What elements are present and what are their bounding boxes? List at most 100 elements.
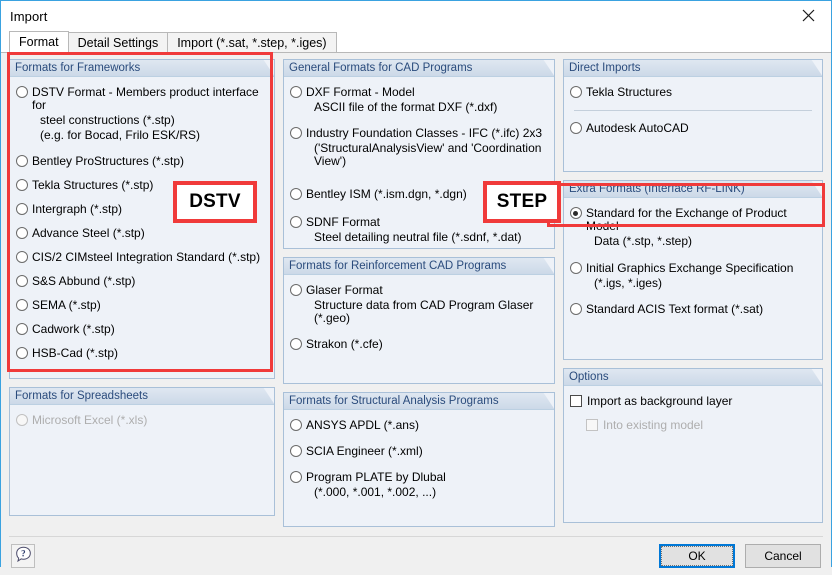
group-header: Formats for Reinforcement CAD Programs xyxy=(284,258,554,275)
option-line2: ASCII file of the format DXF (*.dxf) xyxy=(314,100,498,114)
close-button[interactable] xyxy=(785,1,831,30)
option-label: DSTV Format - Members product interface … xyxy=(32,86,268,142)
checkbox-indicator xyxy=(585,419,598,431)
radio-indicator xyxy=(569,303,582,315)
tab-label: Detail Settings xyxy=(77,36,159,50)
tab-import-sat-step-iges[interactable]: Import (*.sat, *.step, *.iges) xyxy=(167,32,337,53)
option-line2: (*.igs, *.iges) xyxy=(593,276,662,290)
tab-format[interactable]: Format xyxy=(9,31,69,53)
radio-step-standard-exchange[interactable]: Standard for the Exchange of Product Mod… xyxy=(569,206,816,248)
option-label: Import as background layer xyxy=(586,394,733,408)
group-body: Glaser Format Structure data from CAD Pr… xyxy=(284,275,554,359)
radio-bentley-prostructures[interactable]: Bentley ProStructures (*.stp) xyxy=(16,155,268,168)
radio-strakon[interactable]: Strakon (*.cfe) xyxy=(290,338,548,351)
radio-advance-steel[interactable]: Advance Steel (*.stp) xyxy=(16,227,268,240)
radio-ifc[interactable]: Industry Foundation Classes - IFC (*.ifc… xyxy=(290,127,548,168)
option-label: DXF Format - Model ASCII file of the for… xyxy=(306,86,497,114)
option-label: Microsoft Excel (*.xls) xyxy=(32,413,148,427)
step-tag: STEP xyxy=(483,181,561,223)
option-label: Industry Foundation Classes - IFC (*.ifc… xyxy=(306,127,548,168)
radio-indicator xyxy=(290,216,302,228)
group-title: Options xyxy=(568,371,609,383)
radio-program-plate[interactable]: Program PLATE by Dlubal (*.000, *.001, *… xyxy=(290,471,548,499)
group-body: Microsoft Excel (*.xls) xyxy=(10,405,274,435)
option-line1: DXF Format - Model xyxy=(306,85,415,99)
radio-hsb-cad[interactable]: HSB-Cad (*.stp) xyxy=(16,347,268,360)
radio-indicator xyxy=(16,179,28,191)
radio-indicator xyxy=(16,251,28,263)
help-icon: ? xyxy=(15,546,32,566)
option-label: Tekla Structures xyxy=(585,85,672,99)
checkbox-into-existing-model: Into existing model xyxy=(570,419,816,432)
radio-autodesk-autocad[interactable]: Autodesk AutoCAD xyxy=(569,122,816,135)
group-header: Formats for Spreadsheets xyxy=(10,388,274,405)
radio-cis2-cimsteel[interactable]: CIS/2 CIMsteel Integration Standard (*.s… xyxy=(16,251,268,264)
radio-indicator xyxy=(16,227,28,239)
option-label: Program PLATE by Dlubal (*.000, *.001, *… xyxy=(306,471,446,499)
group-header: Direct Imports xyxy=(563,60,822,77)
option-line2: Structure data from CAD Program Glaser (… xyxy=(314,298,534,325)
option-line1: Standard for the Exchange of Product Mod… xyxy=(585,206,787,233)
radio-indicator xyxy=(290,445,302,457)
radio-indicator xyxy=(290,188,302,200)
option-line2: Steel detailing neutral file (*.sdnf, *.… xyxy=(314,230,522,244)
radio-cadwork[interactable]: Cadwork (*.stp) xyxy=(16,323,268,336)
option-line3: (e.g. for Bocad, Frilo ESK/RS) xyxy=(40,128,201,142)
radio-indicator xyxy=(290,86,302,98)
option-label: Standard ACIS Text format (*.sat) xyxy=(585,302,764,316)
option-label: Bentley ISM (*.ism.dgn, *.dgn) xyxy=(306,187,467,201)
close-icon xyxy=(802,9,815,22)
option-line1: SDNF Format xyxy=(306,215,381,229)
radio-indicator xyxy=(569,86,582,98)
option-line1: Initial Graphics Exchange Specification xyxy=(585,261,794,275)
checkbox-import-as-background-layer[interactable]: Import as background layer xyxy=(569,394,816,408)
cancel-button[interactable]: Cancel xyxy=(745,543,821,568)
option-label: ANSYS APDL (*.ans) xyxy=(306,418,419,432)
radio-indicator xyxy=(290,419,302,431)
radio-indicator xyxy=(16,347,28,359)
radio-indicator xyxy=(290,471,302,483)
radio-dstv-format[interactable]: DSTV Format - Members product interface … xyxy=(16,86,268,142)
option-label: SCIA Engineer (*.xml) xyxy=(306,444,423,458)
radio-acis-sat[interactable]: Standard ACIS Text format (*.sat) xyxy=(569,302,816,316)
radio-microsoft-excel: Microsoft Excel (*.xls) xyxy=(16,414,268,427)
radio-sema[interactable]: SEMA (*.stp) xyxy=(16,299,268,312)
group-header: Formats for Frameworks xyxy=(10,60,274,77)
group-body: Import as background layer Into existing… xyxy=(564,386,822,440)
group-header: Formats for Structural Analysis Programs xyxy=(284,393,554,410)
dialog-content: Formats for Frameworks DSTV Format - Mem… xyxy=(1,52,831,535)
radio-direct-tekla-structures[interactable]: Tekla Structures xyxy=(569,85,816,99)
dstv-tag: DSTV xyxy=(173,181,257,223)
column-right: Direct Imports Tekla Structures Autodesk… xyxy=(562,59,823,535)
tab-detail-settings[interactable]: Detail Settings xyxy=(67,32,169,53)
radio-indicator xyxy=(569,122,582,134)
divider xyxy=(573,110,812,111)
help-button[interactable]: ? xyxy=(11,543,35,568)
radio-ss-abbund[interactable]: S&S Abbund (*.stp) xyxy=(16,275,268,288)
group-title: Formats for Structural Analysis Programs xyxy=(289,395,499,407)
radio-scia-engineer[interactable]: SCIA Engineer (*.xml) xyxy=(290,445,548,458)
group-extra-formats-rf-link: Extra Formats (Interface RF-LINK) Standa… xyxy=(562,180,823,360)
import-dialog: Import Format Detail Settings Import (*.… xyxy=(0,0,832,575)
group-reinforcement-cad: Formats for Reinforcement CAD Programs G… xyxy=(283,257,555,384)
ok-button[interactable]: OK xyxy=(659,543,735,568)
title-bar: Import xyxy=(1,1,831,31)
radio-indicator xyxy=(569,262,582,274)
tab-label: Import (*.sat, *.step, *.iges) xyxy=(177,36,327,50)
group-title: Formats for Frameworks xyxy=(15,62,141,74)
radio-iges[interactable]: Initial Graphics Exchange Specification … xyxy=(569,261,816,290)
radio-indicator xyxy=(16,155,28,167)
svg-text:?: ? xyxy=(21,548,26,558)
group-body: Tekla Structures Autodesk AutoCAD xyxy=(564,77,822,143)
group-structural-analysis: Formats for Structural Analysis Programs… xyxy=(283,392,555,527)
option-label: Strakon (*.cfe) xyxy=(306,337,383,351)
checkbox-indicator xyxy=(569,395,582,407)
radio-dxf-format[interactable]: DXF Format - Model ASCII file of the for… xyxy=(290,86,548,114)
group-title: Direct Imports xyxy=(568,62,641,74)
option-line2: steel constructions (*.stp) xyxy=(40,113,175,127)
radio-glaser-format[interactable]: Glaser Format Structure data from CAD Pr… xyxy=(290,284,548,325)
option-label: Cadwork (*.stp) xyxy=(32,322,115,336)
option-label: Advance Steel (*.stp) xyxy=(32,226,145,240)
group-title: Formats for Reinforcement CAD Programs xyxy=(289,260,507,272)
radio-ansys-apdl[interactable]: ANSYS APDL (*.ans) xyxy=(290,419,548,432)
